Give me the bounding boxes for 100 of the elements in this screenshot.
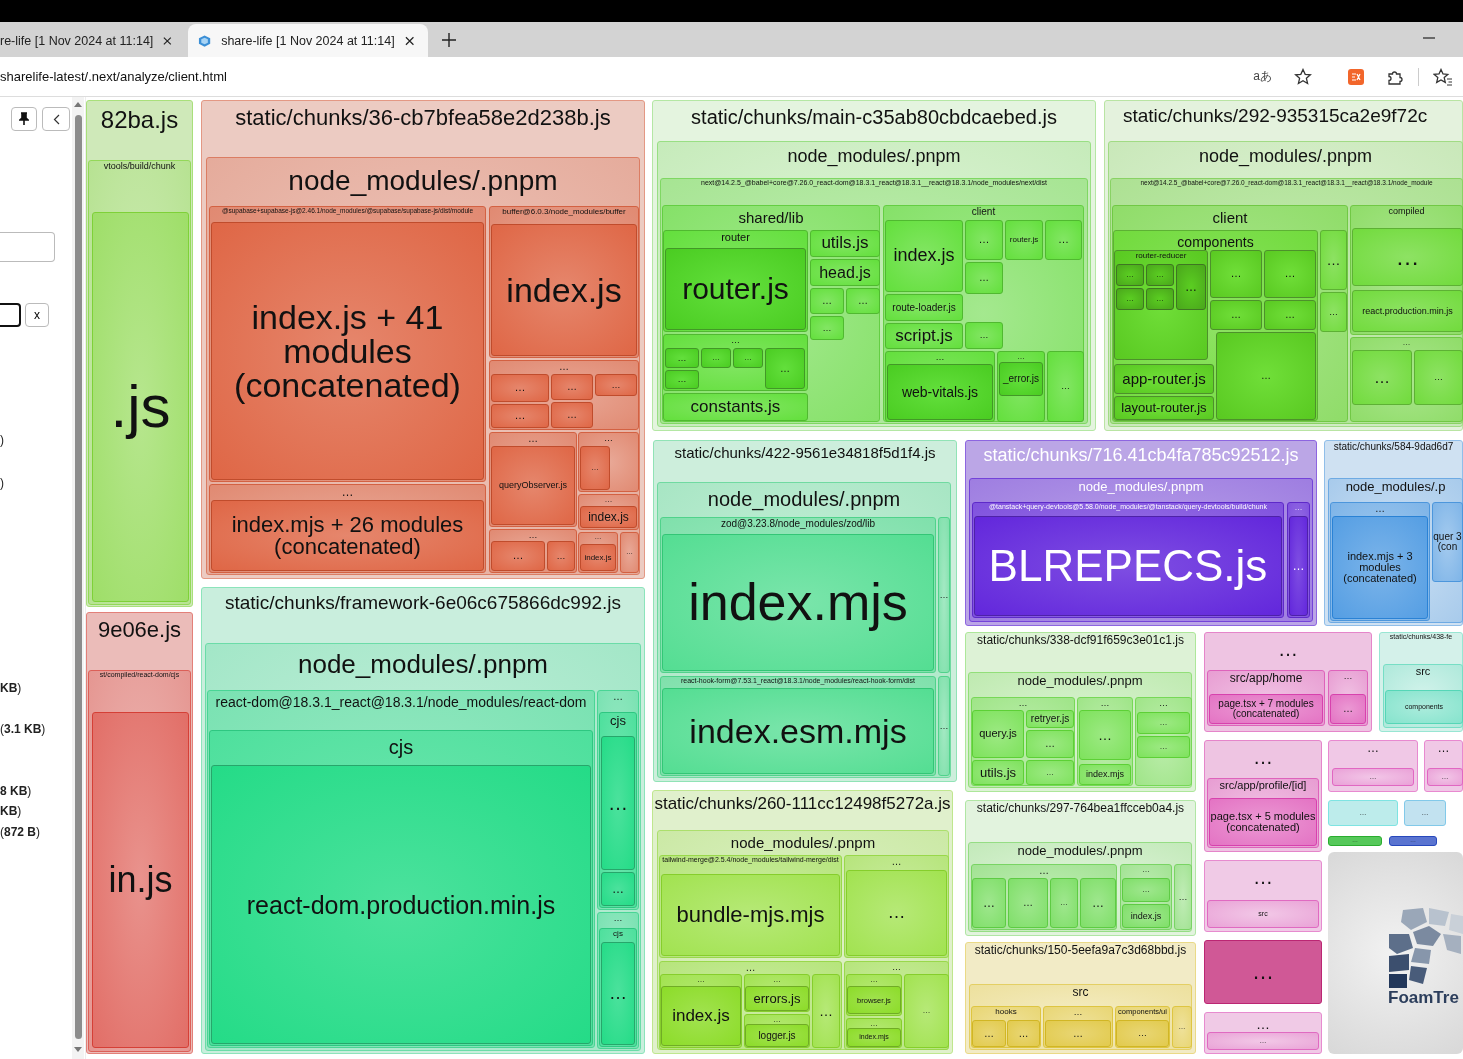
tile-label: … bbox=[1142, 885, 1150, 895]
clear-button[interactable]: x bbox=[25, 303, 49, 327]
tile-label: … bbox=[609, 982, 627, 1005]
tile-label: … bbox=[1285, 309, 1295, 321]
tile-label: … bbox=[613, 691, 623, 703]
tile-label: src bbox=[1415, 665, 1431, 679]
tile-label: … bbox=[341, 485, 354, 500]
search-field[interactable] bbox=[0, 232, 55, 262]
tile-label: … bbox=[1367, 741, 1379, 756]
tile-label: quer 3 (con bbox=[1433, 532, 1462, 552]
tile-label: 9e06e.js bbox=[97, 617, 182, 644]
tile-label: … bbox=[1023, 897, 1033, 909]
tile-label: 82ba.js bbox=[100, 106, 179, 135]
tile-label: node_modules/.pnpm bbox=[1078, 479, 1204, 495]
tile-label: … bbox=[1073, 1027, 1083, 1040]
size-text: (3.1 KB) bbox=[0, 721, 47, 737]
extension-icon[interactable] bbox=[1348, 68, 1364, 85]
tile-label: router bbox=[721, 231, 750, 245]
tile-label: … bbox=[567, 409, 577, 421]
tile-label: app-router.js bbox=[1122, 370, 1206, 388]
tile-label: static/chunks/422-9561e34818f5d1f4.js bbox=[674, 444, 936, 462]
tile-label: … bbox=[1252, 958, 1274, 986]
tile-label: … bbox=[1060, 898, 1068, 908]
tile-label: node_modules/.p bbox=[1345, 479, 1446, 495]
tile-label: layout-router.js bbox=[1121, 400, 1207, 416]
tile-label: hooks bbox=[995, 1007, 1017, 1017]
tile-label: … bbox=[1261, 370, 1271, 382]
scroll-up-icon[interactable] bbox=[74, 101, 82, 107]
close-icon[interactable] bbox=[404, 35, 414, 46]
tile-label: .js bbox=[110, 372, 171, 442]
tile-label: retryer.js bbox=[1030, 713, 1070, 725]
tile-label: … bbox=[677, 352, 687, 364]
tile-label: route-loader.js bbox=[892, 301, 956, 314]
tile-label: index.js bbox=[584, 552, 612, 563]
tile-label: … bbox=[1437, 741, 1450, 756]
browser-tab[interactable]: re-life [1 Nov 2024 at 11:14] bbox=[0, 24, 186, 57]
tile-label: cjs bbox=[610, 713, 626, 729]
tile-label: … bbox=[528, 433, 538, 445]
address-text[interactable]: sharelife-latest/.next/analyze/client.html bbox=[0, 69, 1232, 84]
tile-label: … bbox=[1073, 1007, 1083, 1018]
tile-label: … bbox=[1185, 279, 1197, 295]
tile-label: … bbox=[1159, 698, 1168, 709]
browser-tab[interactable]: share-life [1 Nov 2024 at 11:14] bbox=[188, 24, 428, 57]
tile-label: bundle-mjs.mjs bbox=[676, 901, 825, 929]
tile-label: static/chunks/716.41cb4fa785c92512.js bbox=[983, 445, 1299, 467]
tile-label: … bbox=[1098, 726, 1112, 744]
tile-label: … bbox=[1039, 865, 1049, 877]
tile-label: … bbox=[745, 962, 756, 974]
tile-label: … bbox=[1017, 352, 1025, 362]
tile-label: … bbox=[712, 353, 720, 363]
tile-label: src/app/home bbox=[1229, 671, 1303, 686]
tile-label: static/chunks/150-5eefa9a7c3d68bbd.js bbox=[974, 943, 1187, 958]
tile-label: router.js bbox=[682, 271, 789, 307]
close-icon[interactable] bbox=[163, 35, 172, 46]
tile-label: … bbox=[939, 720, 949, 732]
tile-label: index.js bbox=[672, 1005, 730, 1027]
size-text: (872 B) bbox=[0, 824, 42, 840]
tile-label: … bbox=[773, 975, 781, 985]
tile-label: buffer@6.0.3/node_modules/buffer bbox=[502, 207, 626, 217]
tile-label: … bbox=[1294, 503, 1303, 513]
tile-label: index.mjs + 26 modules (concatenated) bbox=[230, 513, 465, 558]
tile-label: … bbox=[870, 1019, 878, 1029]
tile-label: … bbox=[677, 374, 687, 385]
scrollbar[interactable] bbox=[72, 97, 84, 1059]
tile-label: … bbox=[870, 975, 878, 985]
tile-label: … bbox=[1018, 1027, 1029, 1040]
tile-label: node_modules/.pnpm bbox=[730, 834, 876, 852]
tile-label: utils.js bbox=[979, 764, 1017, 781]
filter-field[interactable] bbox=[0, 303, 21, 327]
tile-label: … bbox=[891, 856, 902, 868]
tile-label: … bbox=[773, 1015, 781, 1025]
translate-button[interactable]: aあ bbox=[1253, 68, 1272, 85]
tile-label: … bbox=[1100, 698, 1110, 709]
pin-button[interactable] bbox=[11, 107, 37, 131]
favorites-icon[interactable] bbox=[1433, 67, 1453, 86]
tile-label: … bbox=[984, 1027, 994, 1040]
tile-label: … bbox=[1092, 895, 1104, 911]
star-icon[interactable] bbox=[1294, 67, 1312, 86]
tile-label: BLREPECS.js bbox=[988, 539, 1268, 592]
tile-label: _error.js bbox=[1002, 373, 1040, 385]
tile-label: index.js bbox=[1130, 910, 1162, 922]
tile-label: … bbox=[1434, 372, 1443, 383]
tile-label: react-dom.production.min.js bbox=[246, 889, 556, 920]
tile-label: node_modules/.pnpm bbox=[787, 146, 961, 168]
tile-label: … bbox=[983, 895, 995, 911]
tile-label: … bbox=[1138, 1028, 1147, 1039]
size-text: ) bbox=[0, 432, 5, 448]
tile-label: … bbox=[514, 409, 526, 423]
tile-label: node_modules/.pnpm bbox=[288, 164, 558, 198]
new-tab-icon[interactable] bbox=[442, 33, 456, 47]
tile-label: static/chunks/292-935315ca2e9f72c bbox=[1122, 105, 1428, 128]
scroll-down-icon[interactable] bbox=[74, 1047, 82, 1053]
tile-label: … bbox=[612, 881, 624, 897]
tile-label: … bbox=[1159, 742, 1168, 752]
tile-label: client bbox=[971, 206, 996, 218]
tile-label: react.production.min.js bbox=[1362, 305, 1453, 317]
tile-label: … bbox=[697, 975, 705, 985]
tile-label: … bbox=[1045, 738, 1055, 750]
tile-label: … bbox=[608, 791, 628, 815]
tile-label: in.js bbox=[108, 858, 173, 902]
